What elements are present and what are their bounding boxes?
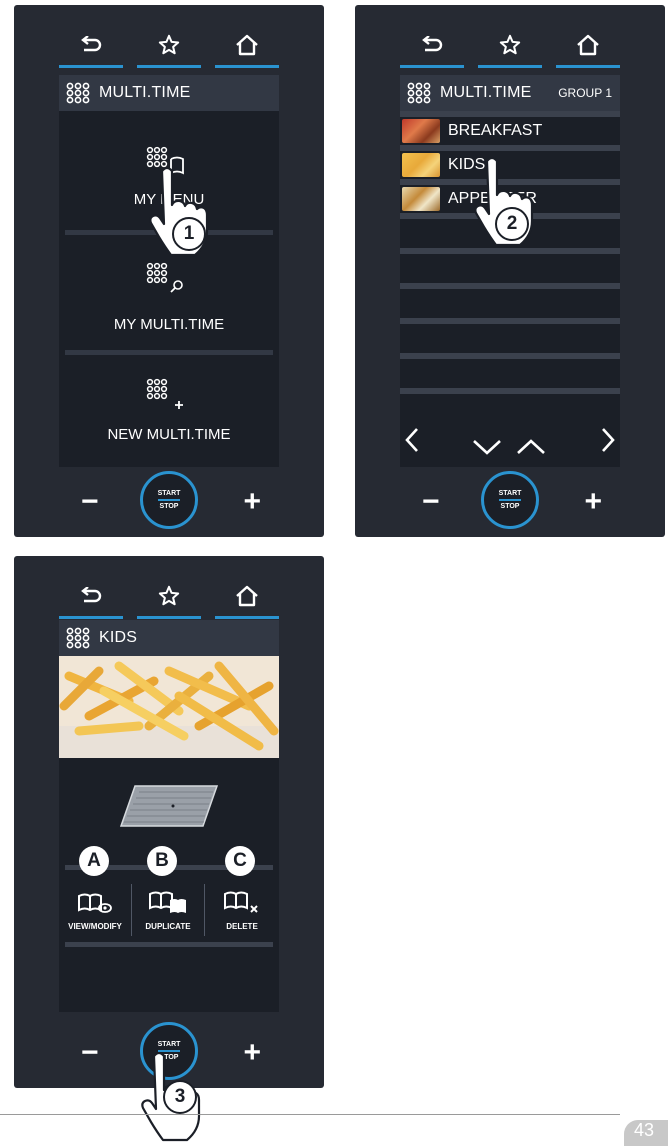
multitime-grid-icon (66, 627, 90, 649)
panel-multitime-menu: MULTI.TIME MY MENU MY MULTI.TIME NEW MUL… (14, 5, 324, 537)
panel-multitime-list: MULTI.TIME GROUP 1 BREAKFAST KIDS APPETI… (355, 5, 665, 537)
home-icon (236, 34, 258, 56)
next-page-icon[interactable] (600, 427, 616, 453)
list-separator (400, 283, 620, 289)
action-divider (65, 942, 273, 947)
back-icon (422, 36, 443, 52)
list-item-breakfast[interactable]: BREAKFAST (400, 117, 620, 145)
plus-button[interactable]: + (584, 487, 602, 517)
duplicate-label: DUPLICATE (145, 922, 191, 931)
menu-divider (65, 350, 273, 355)
minus-button[interactable]: − (422, 487, 440, 517)
home-button[interactable] (556, 25, 620, 68)
new-multitime-add-icon (146, 378, 183, 409)
header-title: MULTI.TIME (99, 84, 191, 101)
favorites-button[interactable] (137, 25, 201, 68)
appetizer-thumbnail (402, 187, 440, 211)
footer-rule (0, 1114, 620, 1115)
list-separator (400, 388, 620, 394)
screen: KIDS VIEW/MODIFY DUPLICATE DELETE (59, 620, 279, 1012)
back-icon (81, 587, 102, 603)
minus-button[interactable]: − (81, 487, 99, 517)
screen: MULTI.TIME GROUP 1 BREAKFAST KIDS APPETI… (400, 75, 620, 467)
my-multitime-search-icon (146, 262, 183, 293)
menu-item-label: NEW MULTI.TIME (107, 426, 231, 443)
favorites-button[interactable] (478, 25, 542, 68)
start-stop-divider (158, 499, 180, 501)
back-icon (81, 36, 102, 52)
callout-b: B (147, 846, 177, 876)
duplicate-button[interactable]: DUPLICATE (132, 872, 204, 942)
stop-label: STOP (500, 503, 520, 510)
home-icon (236, 585, 258, 607)
multitime-grid-icon (407, 82, 431, 104)
kids-thumbnail (402, 153, 440, 177)
star-icon (499, 34, 521, 55)
star-icon (158, 34, 180, 55)
book-view-icon (78, 893, 112, 913)
back-button[interactable] (59, 25, 123, 68)
view-modify-label: VIEW/MODIFY (68, 922, 122, 931)
screen-header: MULTI.TIME (59, 75, 279, 111)
top-nav (59, 25, 279, 69)
group-label: GROUP 1 (558, 86, 612, 100)
start-stop-button[interactable]: START STOP (140, 471, 198, 529)
home-icon (577, 34, 599, 56)
menu-item-my-multitime[interactable]: MY MULTI.TIME (59, 316, 279, 333)
header-title: MULTI.TIME (440, 84, 532, 101)
start-label: START (498, 490, 522, 497)
callout-c: C (225, 846, 255, 876)
book-delete-icon (224, 891, 258, 913)
french-fries-photo (59, 656, 279, 758)
breakfast-thumbnail (402, 119, 440, 143)
previous-page-icon[interactable] (404, 427, 420, 453)
oven-tray-image (119, 785, 219, 827)
home-button[interactable] (215, 576, 279, 619)
screen: MULTI.TIME MY MENU MY MULTI.TIME NEW MUL… (59, 75, 279, 467)
minus-button[interactable]: − (81, 1038, 99, 1068)
multitime-grid-icon (66, 82, 90, 104)
header-title: KIDS (99, 629, 138, 646)
step-badge: 3 (163, 1080, 197, 1114)
start-stop-divider (499, 499, 521, 501)
step-badge: 2 (495, 207, 529, 241)
book-duplicate-icon (149, 891, 186, 913)
list-separator (400, 353, 620, 359)
favorites-button[interactable] (137, 576, 201, 619)
list-separator (400, 318, 620, 324)
home-button[interactable] (215, 25, 279, 68)
list-separator (400, 248, 620, 254)
start-label: START (157, 490, 181, 497)
top-nav (59, 576, 279, 620)
page-number: 43 (624, 1120, 668, 1146)
menu-item-label: MY MULTI.TIME (113, 316, 225, 333)
bottom-controls: − START STOP + (59, 469, 279, 533)
start-stop-button[interactable]: START STOP (481, 471, 539, 529)
screen-header: MULTI.TIME GROUP 1 (400, 75, 620, 111)
view-modify-button[interactable]: VIEW/MODIFY (59, 872, 131, 942)
callout-a: A (79, 846, 109, 876)
start-label: START (157, 1041, 181, 1048)
stop-label: STOP (159, 503, 179, 510)
delete-button[interactable]: DELETE (205, 872, 279, 942)
delete-label: DELETE (226, 922, 258, 931)
top-nav (400, 25, 620, 69)
menu-item-new-multitime[interactable]: NEW MULTI.TIME (59, 426, 279, 443)
panel-kids-detail: KIDS VIEW/MODIFY DUPLICATE DELETE A B C … (14, 556, 324, 1088)
scroll-down-icon[interactable] (472, 439, 502, 455)
scroll-up-icon[interactable] (516, 439, 546, 455)
bottom-controls: − START STOP + (400, 469, 620, 533)
plus-button[interactable]: + (243, 487, 261, 517)
back-button[interactable] (400, 25, 464, 68)
back-button[interactable] (59, 576, 123, 619)
screen-header: KIDS (59, 620, 279, 656)
plus-button[interactable]: + (243, 1038, 261, 1068)
star-icon (158, 585, 180, 606)
list-item-label: BREAKFAST (448, 122, 543, 139)
step-badge: 1 (172, 217, 206, 251)
